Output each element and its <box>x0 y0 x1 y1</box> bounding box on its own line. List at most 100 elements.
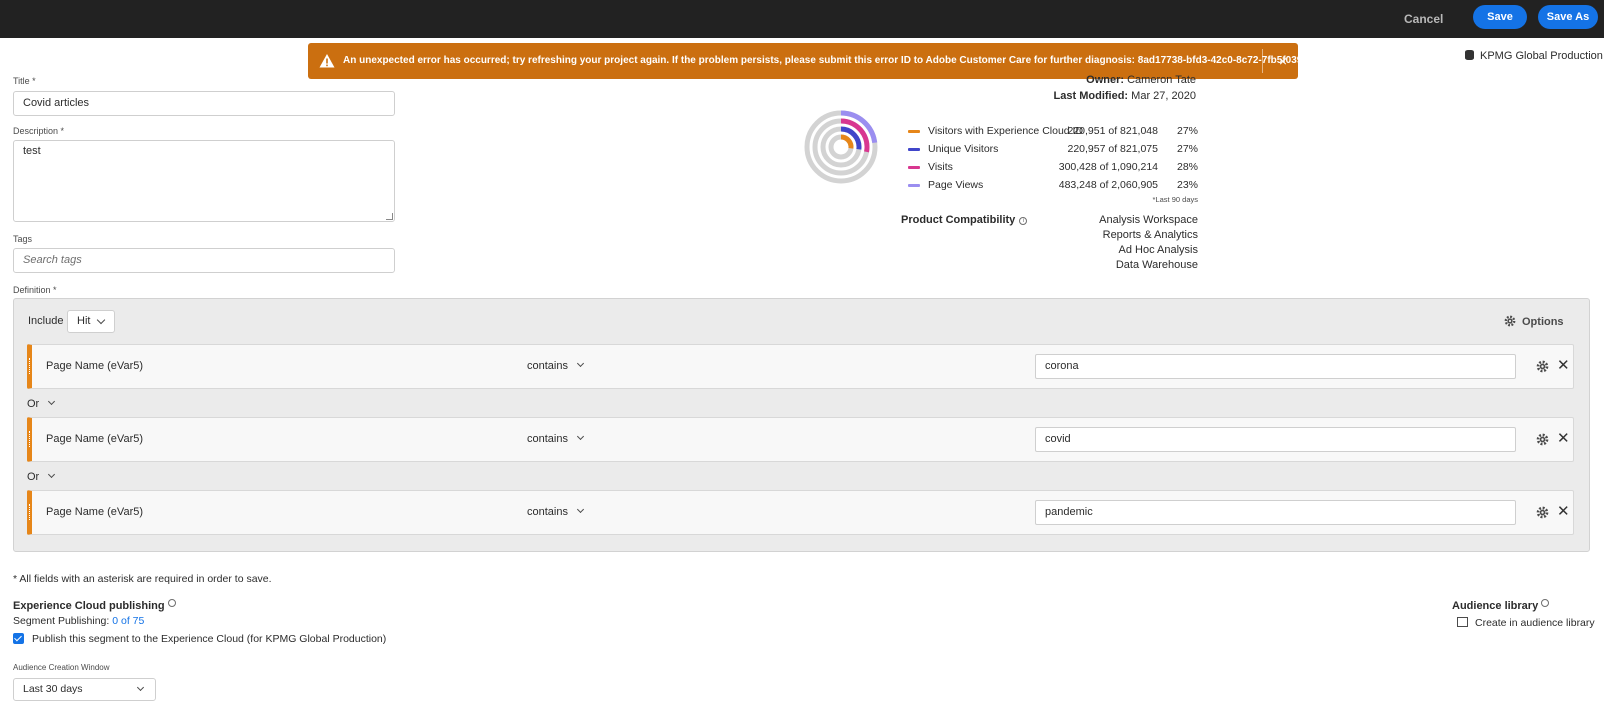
create-audience-link[interactable]: Create in audience library <box>1457 617 1595 629</box>
container-value: Hit <box>77 315 91 327</box>
compatibility-item: Reports & Analytics <box>1102 229 1198 241</box>
container-select[interactable]: Hit <box>67 310 115 333</box>
drag-handle[interactable] <box>29 431 30 447</box>
audience-library-title-text: Audience library <box>1452 600 1539 612</box>
description-label: Description * <box>13 126 65 136</box>
gear-icon[interactable] <box>1536 506 1549 519</box>
publish-checkbox-row[interactable]: Publish this segment to the Experience C… <box>13 633 386 645</box>
banner-divider <box>1262 49 1263 73</box>
rule-operator-select[interactable]: contains <box>527 418 585 461</box>
modified-label: Last Modified: <box>1053 90 1129 102</box>
cancel-button[interactable]: Cancel <box>1404 10 1443 28</box>
chevron-down-icon <box>576 359 585 368</box>
info-icon[interactable] <box>167 599 176 607</box>
database-icon <box>1465 50 1474 60</box>
rule-dimension[interactable]: Page Name (eVar5) <box>46 345 143 388</box>
rule-operator-select[interactable]: contains <box>527 345 585 388</box>
rule-row[interactable]: Page Name (eVar5) contains pandemic ✕ <box>27 490 1574 535</box>
report-suite-label: KPMG Global Production <box>1465 50 1603 62</box>
rule-value-input[interactable]: corona <box>1035 354 1516 379</box>
tags-placeholder: Search tags <box>23 254 82 266</box>
chevron-down-icon <box>48 470 56 479</box>
legend-count: 220,957 of 821,075 <box>1067 143 1158 155</box>
title-input[interactable]: Covid articles <box>13 91 395 116</box>
top-bar: Cancel Save Save As <box>0 0 1604 38</box>
compatibility-item: Data Warehouse <box>1115 259 1198 271</box>
legend-name: Visitors with Experience Cloud ID <box>928 125 1084 137</box>
description-text: test <box>23 145 41 157</box>
title-label: Title * <box>13 76 36 86</box>
save-as-button[interactable]: Save As <box>1538 5 1598 29</box>
legend-count: 483,248 of 2,060,905 <box>1058 179 1158 191</box>
tags-label: Tags <box>13 234 33 244</box>
chevron-down-icon <box>96 315 106 325</box>
report-suite-name: KPMG Global Production <box>1480 50 1603 62</box>
remove-rule-icon[interactable]: ✕ <box>1557 502 1570 522</box>
rule-operator: contains <box>527 433 568 445</box>
audience-window-label: Audience Creation Window <box>13 663 110 672</box>
audience-window-value: Last 30 days <box>23 683 83 695</box>
segment-publishing-line: Segment Publishing: 0 of 75 <box>13 615 144 627</box>
compatibility-title-text: Product Compatibility <box>901 214 1016 226</box>
create-audience-label: Create in audience library <box>1475 617 1595 629</box>
publishing-title-text: Experience Cloud publishing <box>13 600 165 612</box>
legend-name: Visits <box>928 161 953 173</box>
chevron-down-icon <box>576 432 585 441</box>
or-joiner[interactable]: Or <box>27 470 56 483</box>
rule-dimension[interactable]: Page Name (eVar5) <box>46 491 143 534</box>
options-label: Options <box>1522 316 1564 328</box>
resize-handle[interactable] <box>386 213 393 220</box>
publish-checkbox[interactable] <box>13 633 24 644</box>
tags-input[interactable]: Search tags <box>13 248 395 273</box>
compatibility-item: Analysis Workspace <box>1099 214 1198 226</box>
rule-value-input[interactable]: covid <box>1035 427 1516 452</box>
rule-dimension[interactable]: Page Name (eVar5) <box>46 418 143 461</box>
save-button[interactable]: Save <box>1473 5 1527 29</box>
legend-row: Page Views 483,248 of 2,060,905 23% <box>908 176 1198 194</box>
legend-percent: 23% <box>1176 179 1198 191</box>
publish-checkbox-label: Publish this segment to the Experience C… <box>32 633 387 645</box>
legend-count: 220,951 of 821,048 <box>1067 125 1158 137</box>
gear-icon <box>1504 315 1516 327</box>
legend-row: Visitors with Experience Cloud ID 220,95… <box>908 122 1198 140</box>
remove-rule-icon[interactable]: ✕ <box>1557 356 1570 376</box>
chevron-down-icon <box>136 683 145 692</box>
gear-icon[interactable] <box>1536 360 1549 373</box>
legend-percent: 27% <box>1176 143 1198 155</box>
publishing-title: Experience Cloud publishing <box>13 599 176 612</box>
segment-publishing-link[interactable]: 0 of 75 <box>112 615 144 627</box>
definition-label: Definition * <box>13 285 57 295</box>
gear-icon[interactable] <box>1536 433 1549 446</box>
owner-line: Owner: Cameron Tate <box>1086 74 1196 86</box>
audience-window-select[interactable]: Last 30 days <box>13 678 156 701</box>
compatibility-item: Ad Hoc Analysis <box>1118 244 1198 256</box>
rule-row[interactable]: Page Name (eVar5) contains corona ✕ <box>27 344 1574 389</box>
legend-swatch <box>908 130 920 133</box>
audience-library-title: Audience library <box>1452 599 1550 612</box>
description-textarea[interactable]: test <box>13 140 395 222</box>
rule-row[interactable]: Page Name (eVar5) contains covid ✕ <box>27 417 1574 462</box>
rule-value-input[interactable]: pandemic <box>1035 500 1516 525</box>
chevron-down-icon <box>48 397 56 406</box>
legend-swatch <box>908 166 920 169</box>
modified-value: Mar 27, 2020 <box>1131 90 1196 102</box>
options-button[interactable]: Options <box>1504 315 1564 328</box>
rule-operator: contains <box>527 506 568 518</box>
remove-rule-icon[interactable]: ✕ <box>1557 429 1570 449</box>
info-icon[interactable] <box>1541 599 1550 607</box>
close-icon[interactable]: × <box>1272 43 1294 79</box>
include-label: Include <box>28 315 64 327</box>
segment-publishing-label: Segment Publishing: <box>13 615 110 627</box>
chevron-down-icon <box>576 505 585 514</box>
legend-row: Unique Visitors 220,957 of 821,075 27% <box>908 140 1198 158</box>
definition-canvas: Include Hit Options Page Name (eVar5) co… <box>13 298 1590 552</box>
owner-value: Cameron Tate <box>1127 74 1196 86</box>
rule-operator-select[interactable]: contains <box>527 491 585 534</box>
info-icon[interactable]: i <box>1019 217 1028 225</box>
legend-footnote: *Last 90 days <box>1152 195 1198 204</box>
drag-handle[interactable] <box>29 358 30 374</box>
or-joiner[interactable]: Or <box>27 397 56 410</box>
legend-row: Visits 300,428 of 1,090,214 28% <box>908 158 1198 176</box>
legend-swatch <box>908 148 920 151</box>
drag-handle[interactable] <box>29 504 30 520</box>
